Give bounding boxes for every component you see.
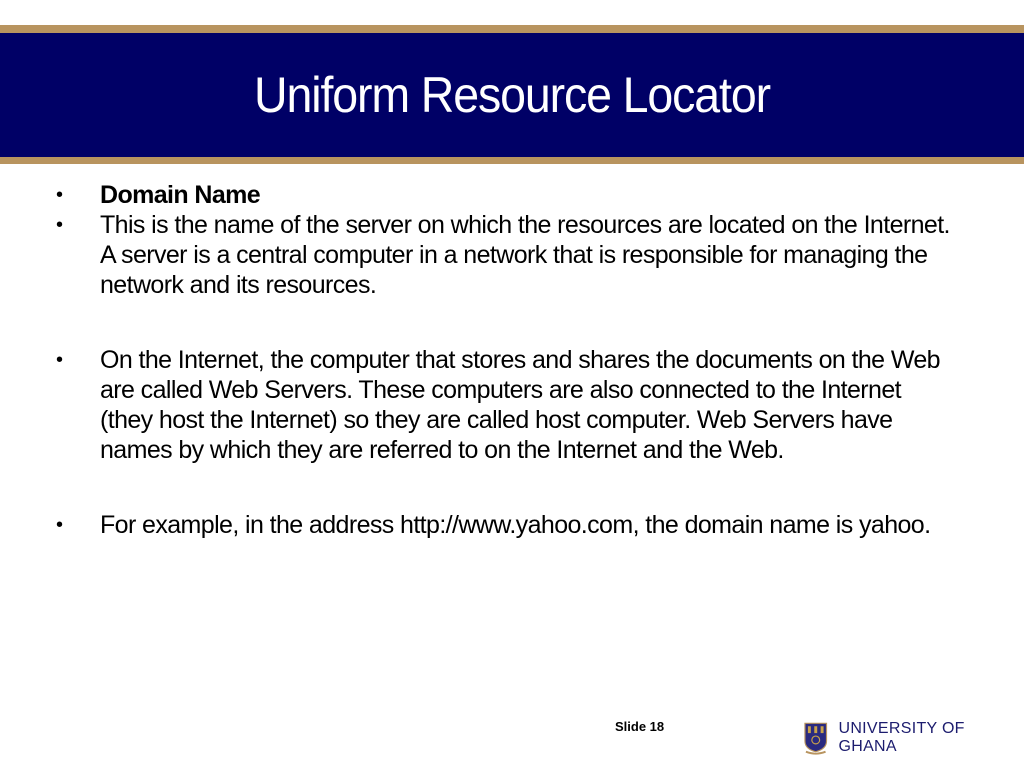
header-bottom-stripe (0, 157, 1024, 164)
bullet-item: • For example, in the address http://www… (56, 510, 956, 540)
bullet-item: • On the Internet, the computer that sto… (56, 345, 956, 465)
university-crest-icon (804, 722, 828, 755)
bullet-icon: • (56, 349, 63, 371)
bullet-icon: • (56, 184, 63, 206)
bullet-item: • This is the name of the server on whic… (56, 210, 956, 300)
bullet-text: On the Internet, the computer that store… (100, 346, 941, 464)
header-top-stripe (0, 25, 1024, 33)
bullet-text: Domain Name (100, 181, 261, 209)
slide-number: Slide 18 (615, 719, 665, 734)
bullet-icon: • (56, 214, 63, 236)
university-logo: UNIVERSITY OF GHANA (803, 720, 1024, 756)
slide-body: • Domain Name • This is the name of the … (56, 180, 956, 540)
bullet-item: • Domain Name (56, 180, 956, 210)
bullet-text: For example, in the address http://www.y… (100, 511, 931, 539)
bullet-icon: • (56, 514, 63, 536)
slide-title: Uniform Resource Locator (254, 67, 771, 123)
university-name: UNIVERSITY OF GHANA (838, 720, 965, 755)
bullet-text: This is the name of the server on which … (100, 211, 951, 299)
